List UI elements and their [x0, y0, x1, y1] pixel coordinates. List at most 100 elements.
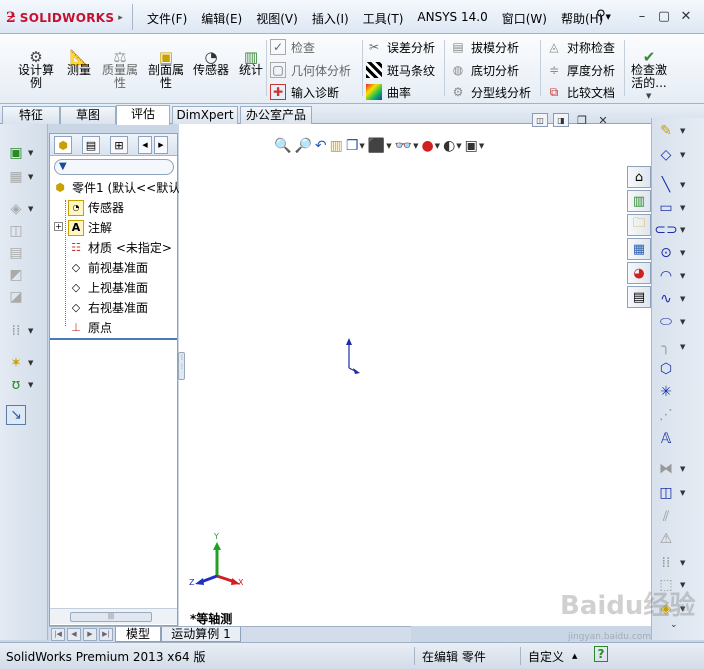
left-tool-8[interactable]: ⁞⁞ ▼: [6, 320, 44, 342]
task-pane-appearances[interactable]: ◕: [627, 262, 651, 284]
left-tool-4[interactable]: ◫: [6, 220, 44, 242]
menu-view[interactable]: 视图(V): [249, 8, 305, 29]
draft-analysis-button[interactable]: ▤ 拔模分析: [450, 37, 519, 57]
statistics-button[interactable]: ▥ 统计: [236, 38, 266, 77]
section-properties-button[interactable]: ▣ 剖面属 性: [144, 38, 188, 90]
first-tab-arrow[interactable]: |◀: [51, 628, 65, 641]
task-pane-custom-properties[interactable]: ▤: [627, 286, 651, 308]
parting-line-analysis-button[interactable]: ⚙ 分型线分析: [450, 82, 531, 102]
compare-documents-button[interactable]: ⧉ 比较文档: [546, 82, 615, 102]
tab-features[interactable]: 特征: [2, 106, 60, 124]
mass-properties-button[interactable]: ⚖ 质量属 性: [98, 38, 142, 90]
graphics-area[interactable]: Y X Z: [179, 124, 651, 626]
slot-button[interactable]: ⊂⊃ ▼: [654, 219, 700, 241]
thickness-analysis-button[interactable]: ≑ 厚度分析: [546, 60, 615, 80]
tree-item-top-plane[interactable]: ◇ 上视基准面: [68, 278, 148, 297]
trim-button[interactable]: ⧓ ▼: [656, 458, 700, 480]
point-button[interactable]: ✳: [656, 381, 700, 403]
tree-item-right-plane[interactable]: ◇ 右视基准面: [68, 298, 148, 317]
undercut-analysis-button[interactable]: ◍ 底切分析: [450, 60, 519, 80]
configurationmanager-tab[interactable]: ⊞: [110, 136, 128, 154]
circle-button[interactable]: ⊙ ▼: [656, 242, 700, 264]
chevron-down-icon[interactable]: ▼: [646, 92, 651, 100]
curvature-button[interactable]: 曲率: [366, 82, 411, 102]
tile-right-button[interactable]: ◨: [553, 113, 569, 127]
view-orientation-button[interactable]: ❒ ▼: [346, 136, 365, 156]
close-document-button[interactable]: ✕: [595, 113, 611, 127]
minimize-button[interactable]: –: [632, 7, 652, 25]
import-diagnostics-button[interactable]: ✚ 输入诊断: [270, 82, 339, 102]
menu-tools[interactable]: 工具(T): [356, 8, 411, 29]
sketch-text-button[interactable]: 𝔸: [656, 428, 700, 450]
sketch-button[interactable]: ✎ ▼: [656, 120, 700, 142]
mirror-entities-button[interactable]: ⚠: [656, 528, 700, 550]
tab-scroll-left[interactable]: ◀: [138, 136, 152, 154]
status-units[interactable]: 自定义: [528, 648, 564, 665]
arc-button[interactable]: ◠ ▼: [656, 265, 700, 287]
task-pane-design-library[interactable]: ▥: [627, 190, 651, 212]
next-tab-arrow[interactable]: ▶: [83, 628, 97, 641]
horizontal-scrollbar[interactable]: |||: [50, 608, 177, 624]
zoom-to-area-button[interactable]: 🔎: [294, 136, 311, 156]
task-pane-file-explorer[interactable]: 🗀: [627, 214, 651, 236]
display-style-button[interactable]: ⬛ ▼: [368, 136, 392, 156]
tree-item-sensors[interactable]: ◔ 传感器: [68, 198, 124, 217]
tile-left-button[interactable]: ◫: [532, 113, 548, 127]
tab-scroll-right[interactable]: ▶: [154, 136, 168, 154]
left-tool-2[interactable]: ▦ ▼: [6, 166, 44, 188]
tab-model[interactable]: 模型: [115, 627, 161, 642]
measure-button[interactable]: 📐 测量: [62, 38, 96, 77]
check-active-button[interactable]: ✔ 检查激 活的...: [626, 38, 672, 90]
expand-toggle[interactable]: +: [54, 222, 63, 231]
sensor-button[interactable]: ◔ 传感器: [190, 38, 232, 77]
task-pane-view-palette[interactable]: ▦: [627, 238, 651, 260]
deviation-analysis-button[interactable]: ✂ 误差分析: [366, 37, 435, 57]
fillet-button[interactable]: ╮ ▼: [656, 336, 700, 358]
tree-item-material[interactable]: ☷ 材质 <未指定>: [68, 238, 172, 257]
smart-dimension-button[interactable]: ◇ ▼: [656, 144, 700, 166]
spline-button[interactable]: ∿ ▼: [656, 288, 700, 310]
panel-splitter-handle[interactable]: ⋮ ⋮: [178, 352, 185, 380]
tab-sketch[interactable]: 草图: [60, 106, 116, 124]
left-tool-7[interactable]: ◪: [6, 286, 44, 308]
menu-ansys[interactable]: ANSYS 14.0: [410, 8, 494, 29]
apply-scene-button[interactable]: ◐ ▼: [443, 136, 462, 156]
zoom-to-fit-button[interactable]: 🔍: [274, 136, 291, 156]
pin-menu-button[interactable]: ⚲▼: [596, 8, 626, 26]
menu-file[interactable]: 文件(F): [140, 8, 194, 29]
tree-item-part[interactable]: ⬢ 零件1 (默认<<默认: [52, 178, 180, 197]
tab-dimxpert[interactable]: DimXpert: [172, 106, 238, 124]
check-button[interactable]: ✓ 检查: [270, 37, 315, 57]
polygon-button[interactable]: ⬡: [656, 358, 700, 380]
rectangle-button[interactable]: ▭ ▼: [656, 197, 700, 219]
left-tool-9[interactable]: ✶ ▼: [6, 352, 44, 374]
tab-motion-study[interactable]: 运动算例 1: [161, 627, 241, 642]
design-study-button[interactable]: ⚙ 设计算 例: [14, 38, 58, 90]
symmetry-check-button[interactable]: ◬ 对称检查: [546, 37, 615, 57]
centerline-button[interactable]: ⋰: [656, 404, 700, 426]
tab-evaluate[interactable]: 评估: [116, 105, 170, 125]
previous-view-button[interactable]: ↶: [315, 136, 327, 156]
propertymanager-tab[interactable]: ▤: [82, 136, 100, 154]
last-tab-arrow[interactable]: ▶|: [99, 628, 113, 641]
scrollbar-thumb[interactable]: |||: [70, 612, 152, 622]
help-button[interactable]: ?: [594, 646, 608, 662]
left-tool-3[interactable]: ◈ ▼: [6, 198, 44, 220]
tree-item-origin[interactable]: ⊥ 原点: [68, 318, 112, 337]
featuremanager-tab[interactable]: ⬢: [54, 136, 72, 154]
ellipse-button[interactable]: ⬭ ▼: [656, 311, 700, 333]
view-settings-button[interactable]: ▣ ▼: [465, 136, 485, 156]
tree-item-front-plane[interactable]: ◇ 前视基准面: [68, 258, 148, 277]
tree-filter-input[interactable]: ▼: [54, 159, 174, 175]
left-tool-6[interactable]: ◩: [6, 264, 44, 286]
menu-insert[interactable]: 插入(I): [305, 8, 356, 29]
solidworks-logo[interactable]: ƻ SOLIDWORKS ▸: [6, 7, 132, 29]
zebra-stripes-button[interactable]: 斑马条纹: [366, 60, 435, 80]
geometry-analysis-button[interactable]: ▢ 几何体分析: [270, 60, 351, 80]
menu-edit[interactable]: 编辑(E): [194, 8, 249, 29]
task-pane-resources[interactable]: ⌂: [627, 166, 651, 188]
maximize-button[interactable]: ▢: [654, 7, 674, 25]
linear-pattern-button[interactable]: ⁞⁞ ▼: [656, 552, 700, 574]
left-tool-1[interactable]: ▣ ▼: [6, 142, 44, 164]
section-view-button[interactable]: ▥: [330, 136, 343, 156]
